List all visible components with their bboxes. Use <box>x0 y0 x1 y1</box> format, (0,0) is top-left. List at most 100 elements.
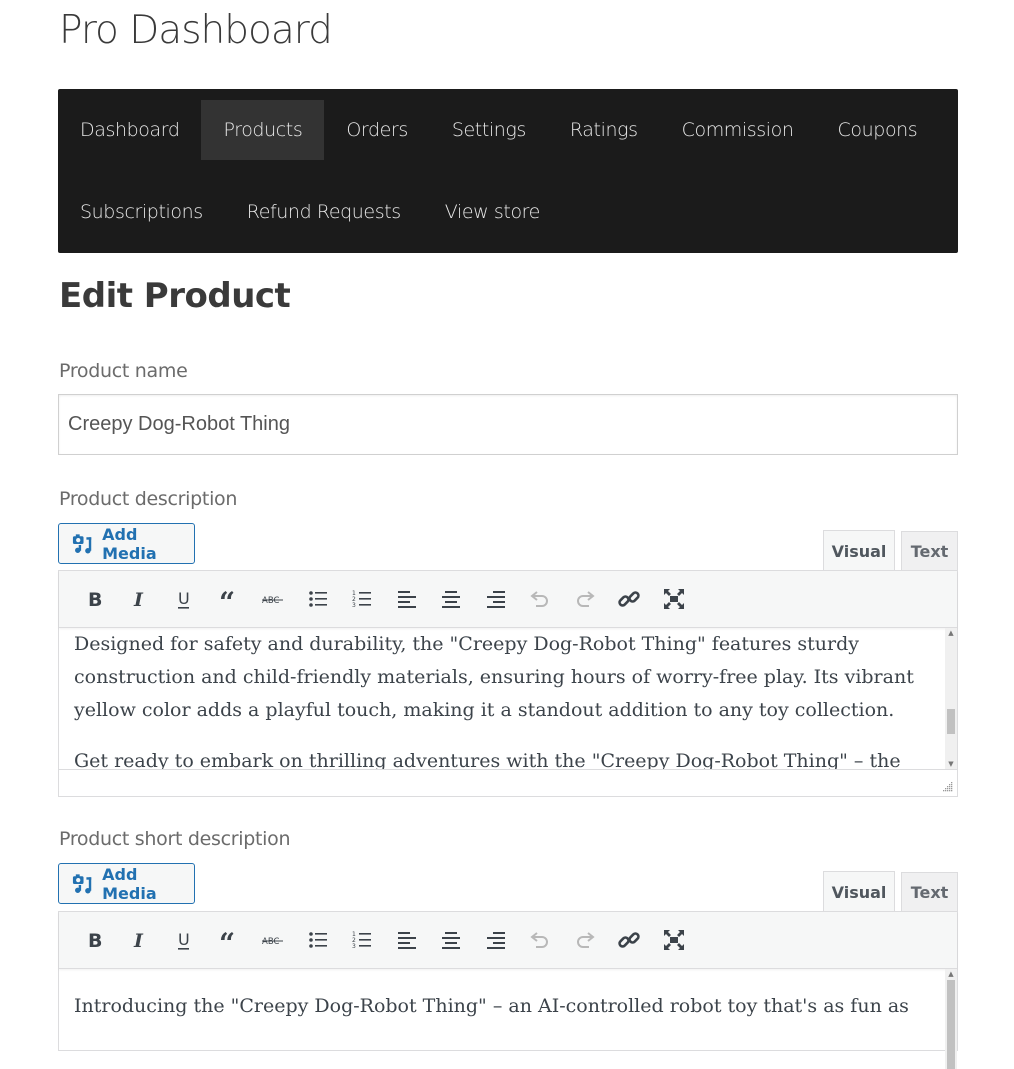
tab-text[interactable]: Text <box>901 531 958 571</box>
add-media-icon <box>72 873 92 893</box>
svg-text:U: U <box>178 930 190 949</box>
nav-item-products[interactable]: Products <box>201 100 325 160</box>
section-title: Edit Product <box>59 276 291 316</box>
svg-text:B: B <box>88 930 102 952</box>
link-icon <box>618 591 640 607</box>
description-paragraph: Get ready to embark on thrilling adventu… <box>74 750 901 769</box>
bold-icon: B <box>88 930 102 952</box>
align-center-button[interactable] <box>429 920 474 960</box>
undo-icon <box>530 932 549 948</box>
product-name-input[interactable] <box>58 394 958 455</box>
add-media-label: Add Media <box>102 524 157 563</box>
tab-visual[interactable]: Visual <box>823 530 895 571</box>
short-description-scrollbar[interactable]: ▲ <box>945 969 957 1069</box>
blockquote-button[interactable]: “ <box>207 920 252 960</box>
align-center-icon <box>442 932 461 949</box>
svg-text:ABC: ABC <box>262 596 279 606</box>
italic-button[interactable]: I <box>118 920 163 960</box>
redo-icon <box>576 591 595 607</box>
align-left-icon <box>397 932 416 949</box>
scroll-thumb[interactable] <box>947 709 955 734</box>
italic-button[interactable]: I <box>118 579 163 619</box>
redo-button[interactable] <box>563 579 608 619</box>
bullet-list-icon <box>308 932 327 948</box>
underline-icon: U <box>178 930 190 950</box>
bold-button[interactable]: B <box>73 920 118 960</box>
align-right-icon <box>486 932 505 949</box>
scroll-up-icon[interactable]: ▲ <box>945 628 957 638</box>
fullscreen-icon <box>663 589 684 609</box>
nav-item-refund-requests[interactable]: Refund Requests <box>225 182 423 242</box>
redo-button[interactable] <box>563 920 608 960</box>
svg-text:“: “ <box>219 928 235 952</box>
nav-item-view-store[interactable]: View store <box>423 182 562 242</box>
description-content[interactable]: Designed for safety and durability, the … <box>59 628 957 769</box>
nav-item-settings[interactable]: Settings <box>430 100 548 160</box>
link-icon <box>618 932 640 948</box>
align-right-button[interactable] <box>474 920 519 960</box>
italic-icon: I <box>133 589 144 611</box>
undo-button[interactable] <box>518 920 563 960</box>
blockquote-button[interactable]: “ <box>207 579 252 619</box>
editor-toolbar: B I U “ ABC 1 2 3 <box>59 571 957 628</box>
fullscreen-button[interactable] <box>652 579 697 619</box>
underline-button[interactable]: U <box>162 920 207 960</box>
underline-icon: U <box>178 589 190 609</box>
short-description-paragraph: Introducing the "Creepy Dog-Robot Thing"… <box>74 995 909 1017</box>
bold-button[interactable]: B <box>73 579 118 619</box>
description-scrollbar[interactable]: ▲ ▼ <box>945 628 957 769</box>
nav-item-dashboard[interactable]: Dashboard <box>58 100 201 160</box>
nav-item-coupons[interactable]: Coupons <box>816 100 940 160</box>
svg-text:“: “ <box>219 587 235 611</box>
nav-item-ratings[interactable]: Ratings <box>548 100 660 160</box>
numbered-list-icon: 123 <box>352 590 372 609</box>
redo-icon <box>576 932 595 948</box>
short-description-content[interactable]: Introducing the "Creepy Dog-Robot Thing"… <box>59 969 957 1069</box>
link-button[interactable] <box>607 579 652 619</box>
nav-item-orders[interactable]: Orders <box>324 100 430 160</box>
bullet-list-icon <box>308 591 327 607</box>
svg-text:ABC: ABC <box>262 937 279 947</box>
strikethrough-button[interactable]: ABC <box>251 920 296 960</box>
align-center-button[interactable] <box>429 579 474 619</box>
blockquote-icon: “ <box>219 928 235 952</box>
svg-text:I: I <box>133 930 144 952</box>
page-title: Pro Dashboard <box>59 8 333 53</box>
align-center-icon <box>442 591 461 608</box>
editor-toolbar: B I U “ ABC 1 2 3 <box>59 912 957 969</box>
svg-text:U: U <box>178 589 190 608</box>
svg-text:3: 3 <box>352 943 356 950</box>
add-media-icon <box>72 533 92 553</box>
fullscreen-button[interactable] <box>652 920 697 960</box>
align-left-button[interactable] <box>385 920 430 960</box>
align-left-icon <box>397 591 416 608</box>
link-button[interactable] <box>607 920 652 960</box>
bullet-list-button[interactable] <box>296 579 341 619</box>
align-right-button[interactable] <box>474 579 519 619</box>
tab-text-short[interactable]: Text <box>901 872 958 912</box>
svg-text:I: I <box>133 589 144 611</box>
nav-item-commission[interactable]: Commission <box>660 100 816 160</box>
fullscreen-icon <box>663 930 684 950</box>
undo-button[interactable] <box>518 579 563 619</box>
scroll-down-icon[interactable]: ▼ <box>945 759 957 769</box>
resize-handle-icon[interactable] <box>941 780 953 792</box>
strikethrough-button[interactable]: ABC <box>251 579 296 619</box>
strikethrough-icon: ABC <box>262 937 284 947</box>
tab-visual-short[interactable]: Visual <box>823 871 895 912</box>
scroll-thumb[interactable] <box>947 980 955 1069</box>
short-description-editor: B I U “ ABC 1 2 3 Introducing the "Creepy Dog-R… <box>58 911 958 1069</box>
underline-button[interactable]: U <box>162 579 207 619</box>
description-paragraph: Designed for safety and durability, the … <box>74 633 914 721</box>
scroll-up-icon[interactable]: ▲ <box>945 969 957 979</box>
blockquote-icon: “ <box>219 587 235 611</box>
bullet-list-button[interactable] <box>296 920 341 960</box>
add-media-button[interactable]: Add Media <box>58 523 195 564</box>
numbered-list-button[interactable]: 123 <box>340 920 385 960</box>
add-media-button-short[interactable]: Add Media <box>58 863 195 904</box>
numbered-list-button[interactable]: 123 <box>340 579 385 619</box>
undo-icon <box>530 591 549 607</box>
dashboard-nav: Dashboard Products Orders Settings Ratin… <box>58 89 958 253</box>
nav-item-subscriptions[interactable]: Subscriptions <box>58 182 225 242</box>
align-left-button[interactable] <box>385 579 430 619</box>
